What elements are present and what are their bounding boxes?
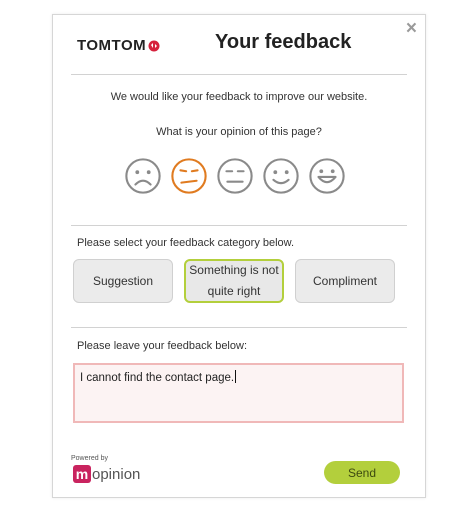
send-button[interactable]: Send <box>324 461 400 484</box>
divider <box>71 327 407 328</box>
neutral-face-icon[interactable] <box>216 157 254 195</box>
very-unhappy-face-icon[interactable] <box>124 157 162 195</box>
category-prompt: Please select your feedback category bel… <box>77 237 295 249</box>
category-compliment-button[interactable]: Compliment <box>295 259 395 303</box>
tomtom-logo: TOMTOM <box>77 37 161 54</box>
feedback-textarea[interactable]: I cannot find the contact page. <box>73 363 404 423</box>
intro-text: We would like your feedback to improve o… <box>110 91 368 103</box>
happy-face-icon[interactable] <box>262 157 300 195</box>
close-icon[interactable]: × <box>406 18 417 40</box>
powered-by-label: Powered by <box>71 455 108 462</box>
unhappy-face-icon[interactable] <box>170 157 208 195</box>
mopinion-brand-text: opinion <box>92 465 141 483</box>
text-caret <box>235 370 237 383</box>
category-suggestion-button[interactable]: Suggestion <box>73 259 173 303</box>
category-something-wrong-button[interactable]: Something is not quite right <box>184 259 284 303</box>
brand-name: TOMTOM <box>77 37 147 54</box>
dialog-title: Your feedback <box>215 31 352 53</box>
feedback-dialog: × TOMTOM Your feedback We would like you… <box>52 14 426 498</box>
divider <box>71 74 407 75</box>
rating-question: What is your opinion of this page? <box>156 126 322 138</box>
divider <box>71 225 407 226</box>
mopinion-m-icon: m <box>73 465 91 483</box>
category-options: Suggestion Something is not quite right … <box>73 259 395 303</box>
very-happy-face-icon[interactable] <box>308 157 346 195</box>
mopinion-logo: m opinion <box>73 465 140 483</box>
feedback-text: I cannot find the contact page. <box>80 372 235 384</box>
feedback-prompt: Please leave your feedback below: <box>77 340 247 352</box>
tomtom-hands-icon <box>148 40 160 51</box>
rating-scale <box>124 157 346 195</box>
